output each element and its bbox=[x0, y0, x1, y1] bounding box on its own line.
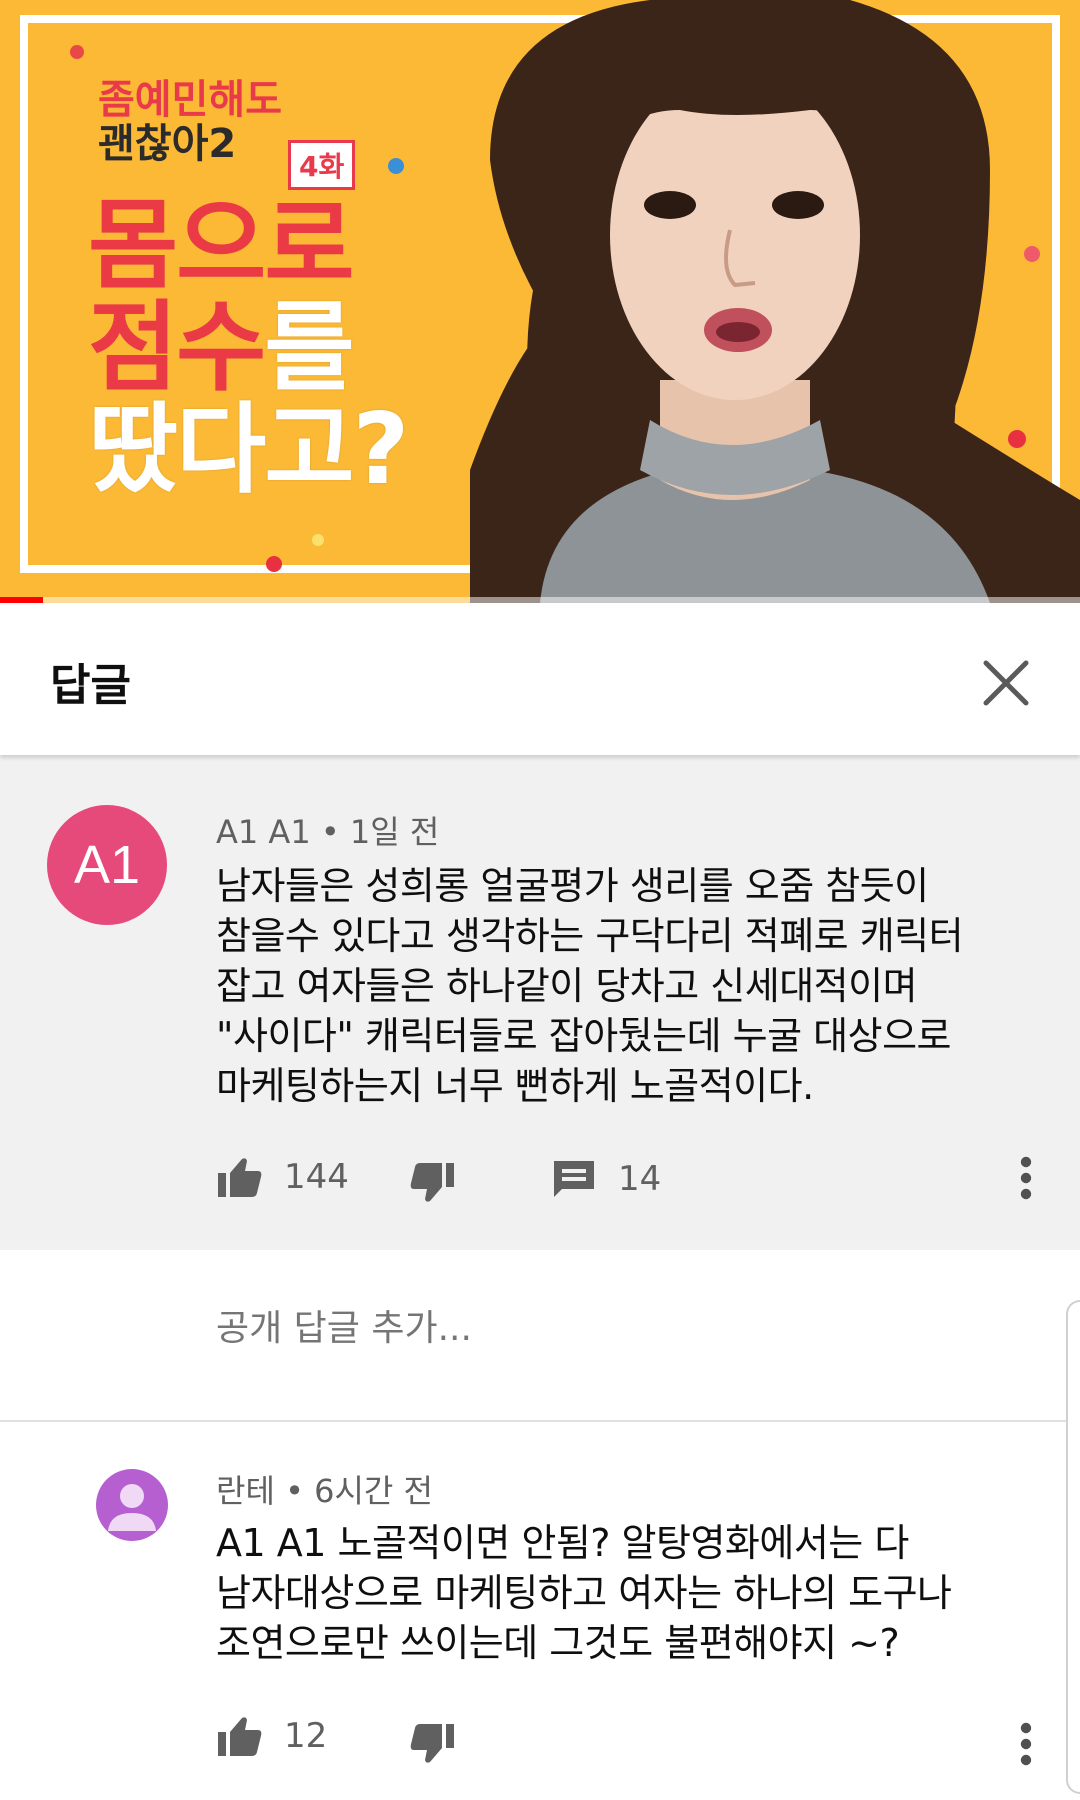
comment-time: 1일 전 bbox=[349, 813, 440, 851]
comment-text-line: 마케팅하는지 너무 뻔하게 노골적이다. bbox=[216, 1064, 814, 1108]
avatar[interactable]: A1 bbox=[47, 805, 167, 925]
close-icon bbox=[983, 660, 1029, 706]
like-button[interactable]: 144 bbox=[216, 1155, 349, 1199]
episode-badge: 4화 bbox=[288, 140, 356, 190]
comment-text: A1 A1 노골적이면 안됨? 알탕영화에서는 다 남자대상으로 마케팅하고 여… bbox=[216, 1518, 952, 1668]
comment-text-line: 남자대상으로 마케팅하고 여자는 하나의 도구나 bbox=[216, 1571, 952, 1615]
reply-count: 14 bbox=[618, 1159, 662, 1199]
actress-portrait bbox=[470, 0, 1080, 603]
scroll-edge[interactable] bbox=[1066, 1300, 1080, 1794]
decor-dot bbox=[70, 45, 84, 59]
more-options-button[interactable] bbox=[1016, 1156, 1036, 1200]
parent-comment: A1 A1 A1 • 1일 전 남자들은 성희롱 얼굴평가 생리를 오줌 참듯이… bbox=[0, 755, 1080, 1250]
avatar[interactable] bbox=[96, 1469, 168, 1541]
replies-header: 답글 bbox=[0, 603, 1080, 755]
decor-dot bbox=[388, 158, 404, 174]
thumbs-down-icon bbox=[410, 1724, 454, 1763]
like-count: 144 bbox=[284, 1157, 349, 1197]
comment-text-line: "사이다" 캐릭터들로 잡아뒀는데 누굴 대상으로 bbox=[216, 1014, 952, 1058]
comment-text-line: 잡고 여자들은 하나같이 당차고 신세대적이며 bbox=[216, 964, 918, 1008]
reply-comment: 란테 • 6시간 전 A1 A1 노골적이면 안됨? 알탕영화에서는 다 남자대… bbox=[0, 1422, 1080, 1800]
replies-title: 답글 bbox=[50, 660, 131, 711]
avatar-initials: A1 bbox=[73, 835, 141, 895]
decor-dot bbox=[312, 534, 324, 546]
comment-text: 남자들은 성희롱 얼굴평가 생리를 오줌 참듯이 참을수 있다고 생각하는 구닥… bbox=[216, 861, 964, 1111]
thumbs-down-icon bbox=[410, 1163, 454, 1202]
comment-author[interactable]: A1 A1 bbox=[216, 813, 311, 851]
like-button[interactable]: 12 bbox=[216, 1714, 327, 1758]
add-reply-row bbox=[0, 1250, 1080, 1422]
comment-meta: 란테 • 6시간 전 bbox=[216, 1472, 433, 1510]
comment-text-line: 조연으로만 쓰이는데 그것도 불편해야지 ~? bbox=[216, 1621, 900, 1665]
comment-icon bbox=[554, 1161, 594, 1197]
thumbs-up-icon bbox=[218, 1158, 262, 1197]
like-count: 12 bbox=[284, 1716, 328, 1756]
more-options-button[interactable] bbox=[1016, 1722, 1036, 1766]
thumbnail-headline: 몸으로 점수를 땄다고? bbox=[88, 189, 409, 507]
close-button[interactable] bbox=[978, 655, 1034, 711]
comment-text-line: A1 A1 노골적이면 안됨? 알탕영화에서는 다 bbox=[216, 1521, 909, 1565]
comment-meta: A1 A1 • 1일 전 bbox=[216, 813, 440, 851]
more-vert-icon bbox=[1020, 1722, 1032, 1766]
reply-count-button[interactable]: 14 bbox=[552, 1157, 661, 1201]
comment-author[interactable]: 란테 bbox=[216, 1472, 275, 1510]
comment-text-line: 참을수 있다고 생각하는 구닥다리 적폐로 캐릭터 bbox=[216, 914, 964, 958]
video-player[interactable]: 좀예민해도 괜찮아2 4화 몸으로 점수를 땄다고? bbox=[0, 0, 1080, 603]
comment-time: 6시간 전 bbox=[314, 1472, 433, 1510]
dislike-button[interactable] bbox=[408, 1161, 456, 1205]
show-logo: 좀예민해도 괜찮아2 bbox=[98, 77, 282, 167]
reply-input[interactable] bbox=[216, 1308, 1016, 1349]
thumbs-up-icon bbox=[218, 1717, 262, 1756]
comment-text-line: 남자들은 성희롱 얼굴평가 생리를 오줌 참듯이 bbox=[216, 864, 929, 908]
default-user-icon bbox=[108, 1484, 156, 1531]
more-vert-icon bbox=[1020, 1156, 1032, 1200]
decor-dot bbox=[266, 556, 282, 572]
dislike-button[interactable] bbox=[408, 1722, 456, 1766]
